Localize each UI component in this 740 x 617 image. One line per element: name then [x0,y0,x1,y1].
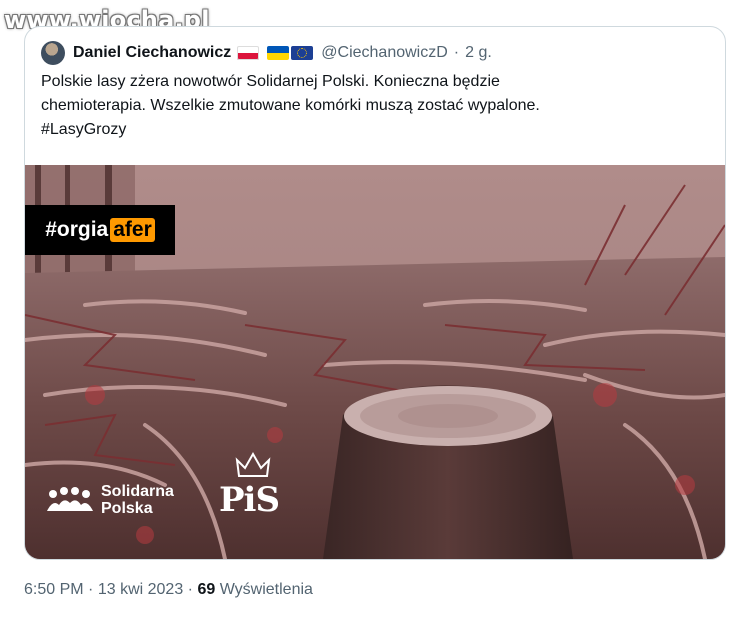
crown-eagle-icon [235,451,271,477]
solidarna-polska-logo: Solidarna Polska [45,483,174,517]
quoted-tweet-card[interactable]: Daniel Ciechanowicz @CiechanowiczD · 2 g… [24,26,726,560]
separator-dot: · [88,581,94,598]
pis-text: PiS [218,480,280,520]
views-count: 69 [197,581,216,598]
tweet-date[interactable]: 13 kwi 2023 [98,581,183,598]
author-handle[interactable]: @CiechanowiczD [321,44,448,62]
tweet-text-line: chemioterapia. Wszelkie zmutowane komórk… [41,97,540,114]
author-avatar[interactable] [41,41,65,65]
views-label: Wyświetlenia [219,581,313,598]
pis-logo: PiS [217,450,281,522]
separator-dot: · [453,44,460,61]
tweet-text-line: Polskie lasy zżera nowotwór Solidarnej P… [41,73,500,90]
eu-flag-icon [291,46,314,60]
tag-highlight: afer [110,218,155,242]
orgiaafer-tag-badge: #orgia afer [25,205,175,255]
poland-flag-icon [237,46,260,60]
logo-text-line: Solidarna [101,483,174,500]
quoted-tweet-header: Daniel Ciechanowicz @CiechanowiczD · 2 g… [41,41,492,65]
logo-text-line: Polska [101,500,153,517]
tweet-time-ago[interactable]: 2 g. [465,44,492,62]
tweet-meta: 6:50 PM · 13 kwi 2023 · 69 Wyświetlenia [24,581,313,599]
tweet-time[interactable]: 6:50 PM [24,581,84,598]
quoted-tweet-text: Polskie lasy zżera nowotwór Solidarnej P… [41,70,709,142]
tweet-media-image[interactable]: #orgia afer Solidarna Polska PiS [25,165,725,559]
ukraine-flag-icon [267,46,290,60]
separator-dot: · [187,581,193,598]
author-name[interactable]: Daniel Ciechanowicz [73,44,231,62]
people-icon [47,487,93,511]
tag-prefix: #orgia [45,218,109,241]
hashtag-link[interactable]: #LasyGrozy [41,118,709,142]
